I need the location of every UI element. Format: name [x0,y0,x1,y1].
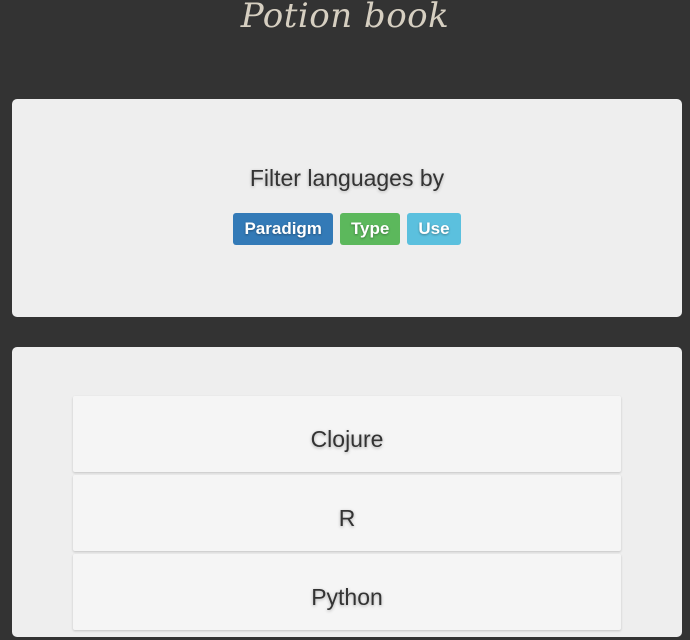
filter-heading: Filter languages by [249,165,445,191]
language-list: Clojure R Python [73,396,621,633]
language-item-clojure[interactable]: Clojure [73,396,621,472]
filter-type-button[interactable]: Type [339,213,401,245]
app-title: Potion book [240,0,450,36]
language-item-python[interactable]: Python [73,554,621,630]
filter-panel: Filter languages by Paradigm Type Use [12,99,682,317]
filter-use-button[interactable]: Use [407,213,461,245]
filter-button-group: Paradigm Type Use [12,213,682,245]
filter-paradigm-button[interactable]: Paradigm [233,213,333,245]
language-item-r[interactable]: R [73,475,621,551]
language-list-panel: Clojure R Python [12,347,682,637]
